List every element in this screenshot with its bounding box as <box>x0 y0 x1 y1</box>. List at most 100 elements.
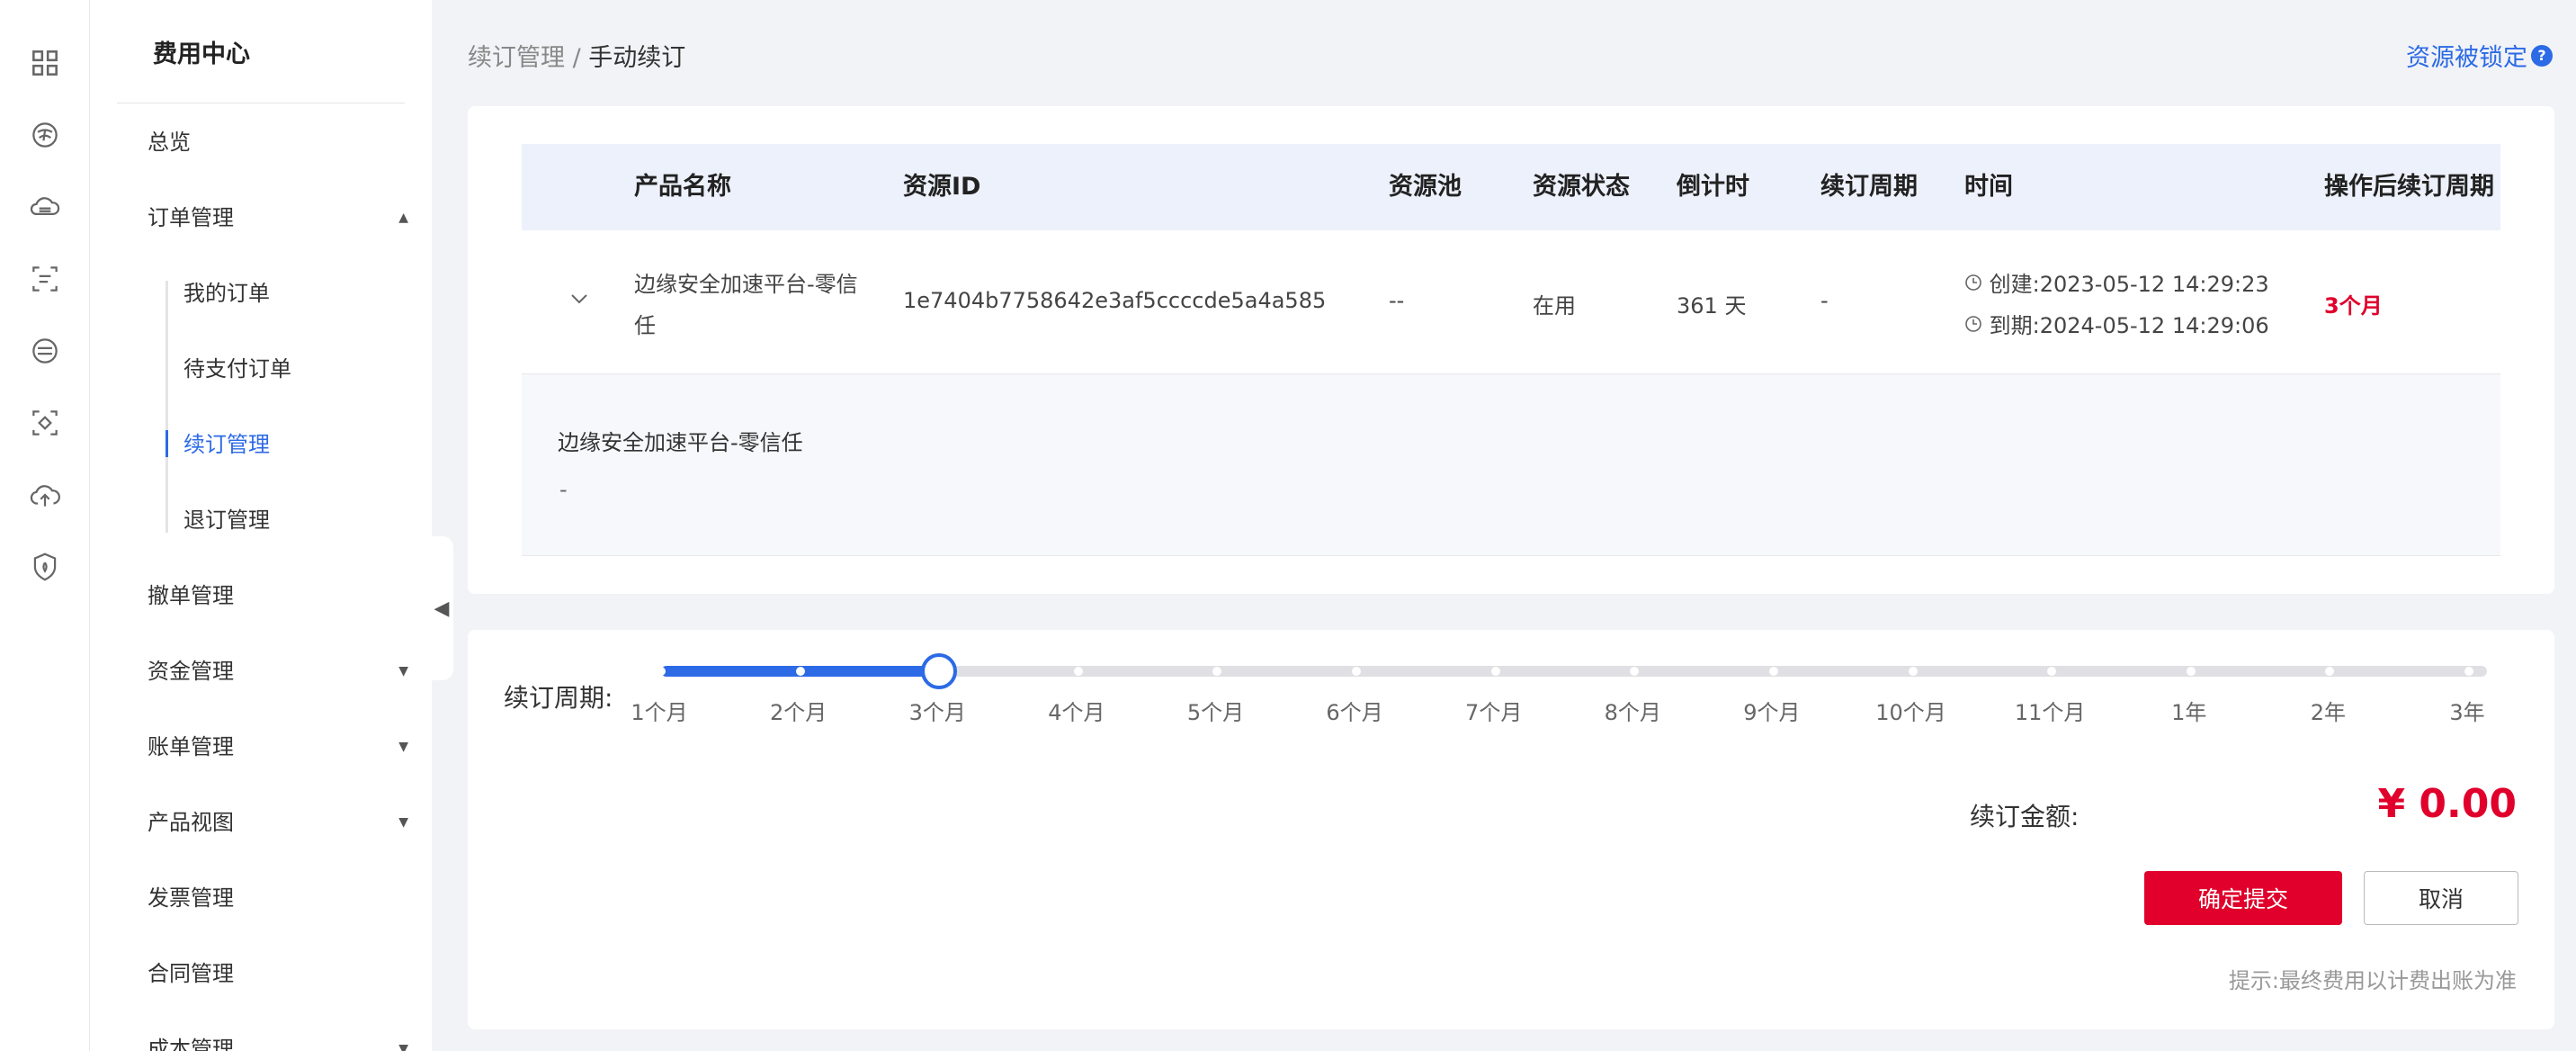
slider-step-dot[interactable] <box>1768 667 1778 676</box>
help-icon[interactable]: ? <box>2531 44 2553 67</box>
slider-step-dot[interactable] <box>657 667 666 676</box>
table-header: 产品名称 资源ID 资源池 资源状态 倒计时 续订周期 时间 操作后续订周期 <box>522 144 2500 230</box>
slider-tick-label[interactable]: 2个月 <box>770 695 827 726</box>
column-header: 倒计时 <box>1677 173 1749 201</box>
submenu-line <box>165 281 168 533</box>
slider-step-dot[interactable] <box>1352 667 1362 676</box>
row-expand-panel: 边缘安全加速平台-零信任 - <box>522 374 2500 556</box>
globe-icon[interactable] <box>25 115 65 155</box>
countdown: 361 天 <box>1677 293 1747 319</box>
submit-button[interactable]: 确定提交 <box>2144 871 2342 925</box>
storage-icon[interactable] <box>25 331 65 371</box>
slider-tick-label[interactable]: 3个月 <box>909 695 966 726</box>
expand-product-detail: - <box>559 477 568 502</box>
sidebar-item-bills[interactable]: 账单管理 ▼ <box>148 729 408 765</box>
cloud-server-icon[interactable] <box>25 187 65 227</box>
breadcrumb: 续订管理 / 手动续订 <box>468 38 685 73</box>
sidebar-collapse-button[interactable]: ◀ <box>430 536 453 680</box>
created-time: 创建:2023-05-12 14:29:23 <box>1964 266 2269 298</box>
slider-step-dot[interactable] <box>2325 667 2335 676</box>
sidebar-item-overview[interactable]: 总览 <box>148 124 408 160</box>
clock-icon <box>1964 313 1990 338</box>
renew-period-label: 续订周期: <box>504 683 613 713</box>
expand-product-title: 边缘安全加速平台-零信任 <box>558 430 803 455</box>
sidebar: 费用中心 总览 订单管理 ▲ 我的订单 待支付订单 续订管理 退订管理 撤单管理 … <box>90 0 432 1051</box>
sidebar-item-pending-orders[interactable]: 待支付订单 <box>183 351 291 387</box>
slider-thumb[interactable] <box>921 653 958 689</box>
sidebar-item-product-view[interactable]: 产品视图 ▼ <box>148 804 408 840</box>
breadcrumb-parent[interactable]: 续订管理 <box>468 44 565 72</box>
slider-tick-label[interactable]: 1年 <box>2171 695 2206 726</box>
caret-left-icon: ◀ <box>434 597 450 620</box>
slider-tick-label[interactable]: 5个月 <box>1187 695 1244 726</box>
resource-locked-label: 资源被锁定 <box>2406 44 2527 72</box>
after-renew-period: 3个月 <box>2324 293 2383 319</box>
chevron-up-icon: ▲ <box>398 211 408 225</box>
scan-icon[interactable] <box>25 259 65 299</box>
cancel-button[interactable]: 取消 <box>2364 871 2518 925</box>
sidebar-item-renewals[interactable]: 续订管理 <box>183 427 270 463</box>
grid-icon[interactable] <box>25 43 65 83</box>
slider-tick-label[interactable]: 3年 <box>2449 695 2484 726</box>
resource-status: 在用 <box>1533 293 1576 319</box>
chevron-down-icon: ▼ <box>398 1042 408 1051</box>
slider-tick-label[interactable]: 10个月 <box>1875 695 1946 726</box>
column-header: 续订周期 <box>1820 173 1918 201</box>
resource-locked-link[interactable]: 资源被锁定 ? <box>2406 38 2553 73</box>
slider-step-dot[interactable] <box>2464 667 2473 676</box>
resource-table-card: 产品名称 资源ID 资源池 资源状态 倒计时 续订周期 时间 操作后续订周期 边… <box>468 106 2554 594</box>
slider-tick-label[interactable]: 11个月 <box>2015 695 2086 726</box>
expand-row-toggle[interactable] <box>568 286 590 311</box>
clock-icon <box>1964 272 1990 297</box>
breadcrumb-separator: / <box>572 44 581 72</box>
slider-tick-label[interactable]: 9个月 <box>1743 695 1800 726</box>
slider-step-dot[interactable] <box>2186 667 2196 676</box>
slider-step-dot[interactable] <box>1490 667 1500 676</box>
resource-pool: -- <box>1389 288 1405 313</box>
shield-icon[interactable] <box>25 547 65 587</box>
sidebar-title: 费用中心 <box>153 40 250 68</box>
column-header: 资源状态 <box>1533 173 1630 201</box>
renew-amount: ¥ 0.00 <box>2377 781 2518 827</box>
slider-tick-label[interactable]: 6个月 <box>1326 695 1382 726</box>
resource-id: 1e7404b7758642e3af5ccccde5a4a585 <box>903 288 1327 313</box>
column-header: 资源池 <box>1389 173 1462 201</box>
sidebar-item-unsubscribe[interactable]: 退订管理 <box>183 502 270 538</box>
submenu-active-indicator <box>165 430 168 457</box>
column-header: 资源ID <box>903 173 981 201</box>
renew-amount-label: 续订金额: <box>1970 802 2080 831</box>
slider-tick-label[interactable]: 4个月 <box>1048 695 1105 726</box>
slider-step-dot[interactable] <box>1908 667 1918 676</box>
chevron-down-icon: ▼ <box>398 815 408 830</box>
sidebar-item-invoices[interactable]: 发票管理 <box>148 880 408 916</box>
slider-step-dot[interactable] <box>795 667 805 676</box>
slider-tick-label[interactable]: 1个月 <box>631 695 687 726</box>
product-name-line2: 任 <box>634 313 656 338</box>
sidebar-item-funds[interactable]: 资金管理 ▼ <box>148 653 408 689</box>
sidebar-item-cancel-orders[interactable]: 撤单管理 <box>148 578 408 614</box>
chevron-down-icon: ▼ <box>398 664 408 678</box>
chevron-down-icon: ▼ <box>398 740 408 754</box>
slider-step-dot[interactable] <box>1212 667 1222 676</box>
icon-rail <box>0 0 90 1051</box>
column-header: 产品名称 <box>634 173 731 201</box>
breadcrumb-current: 手动续订 <box>588 44 686 72</box>
slider-step-dot[interactable] <box>1630 667 1640 676</box>
slider-tick-label[interactable]: 8个月 <box>1605 695 1661 726</box>
sidebar-item-orders[interactable]: 订单管理 ▲ <box>148 200 408 236</box>
slider-step-dot[interactable] <box>2047 667 2057 676</box>
sidebar-item-contracts[interactable]: 合同管理 <box>148 956 408 992</box>
slider-tick-label[interactable]: 7个月 <box>1465 695 1522 726</box>
sidebar-item-costs[interactable]: 成本管理 ▼ <box>148 1031 408 1051</box>
billing-hint: 提示:最终费用以计费出账为准 <box>2228 968 2517 993</box>
product-name-line1: 边缘安全加速平台-零信 <box>634 272 858 297</box>
slider-tick-label[interactable]: 2年 <box>2311 695 2346 726</box>
focus-icon[interactable] <box>25 403 65 443</box>
expire-time: 到期:2024-05-12 14:29:06 <box>1964 308 2269 339</box>
slider-step-dot[interactable] <box>1073 667 1083 676</box>
renew-period-slider[interactable] <box>657 653 2487 689</box>
sidebar-item-my-orders[interactable]: 我的订单 <box>183 275 270 311</box>
cloud-upload-icon[interactable] <box>25 475 65 515</box>
column-header: 操作后续订周期 <box>2324 173 2494 201</box>
renewal-card: 续订周期: 1个月 2个月 3个月 4个月 5个月 6个月 7个月 8个月 9个月 10个月 11个… <box>468 630 2554 1029</box>
